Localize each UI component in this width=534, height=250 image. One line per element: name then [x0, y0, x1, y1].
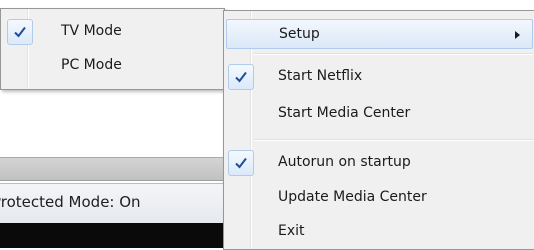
menu-item-autorun-on-startup[interactable]: Autorun on startup	[226, 148, 533, 178]
menu-item-label: Exit	[278, 223, 305, 239]
submenu-arrow-icon	[515, 31, 520, 39]
menu-separator	[254, 139, 533, 141]
menu-item-start-media-center[interactable]: Start Media Center	[226, 99, 533, 129]
protected-mode-status: Protected Mode: On	[0, 193, 141, 211]
menu-item-update-media-center[interactable]: Update Media Center	[226, 183, 533, 213]
menu-item-label: TV Mode	[61, 23, 122, 39]
menu-item-setup[interactable]: Setup	[226, 19, 533, 49]
menu-item-label: Setup	[279, 26, 320, 42]
menu-separator	[254, 53, 533, 55]
check-icon	[228, 64, 254, 90]
menu-item-label: PC Mode	[61, 57, 122, 73]
menu-item-label: Start Netflix	[278, 68, 363, 84]
menu-item-label: Autorun on startup	[278, 154, 411, 170]
menu-item-label: Start Media Center	[278, 105, 411, 121]
background-toolbar-strip	[0, 157, 240, 181]
menu-item-tv-mode[interactable]: TV Mode	[3, 17, 222, 47]
check-icon	[228, 150, 254, 176]
menu-item-label: Update Media Center	[278, 189, 427, 205]
background-dark-area	[0, 223, 240, 248]
menu-item-pc-mode[interactable]: PC Mode	[3, 51, 222, 81]
check-icon	[7, 19, 33, 45]
mode-submenu: TV Mode PC Mode	[0, 8, 225, 90]
tray-context-menu: Setup Start Netflix Start Media Center A…	[223, 10, 534, 250]
menu-item-start-netflix[interactable]: Start Netflix	[226, 62, 533, 92]
menu-item-exit[interactable]: Exit	[226, 217, 533, 247]
